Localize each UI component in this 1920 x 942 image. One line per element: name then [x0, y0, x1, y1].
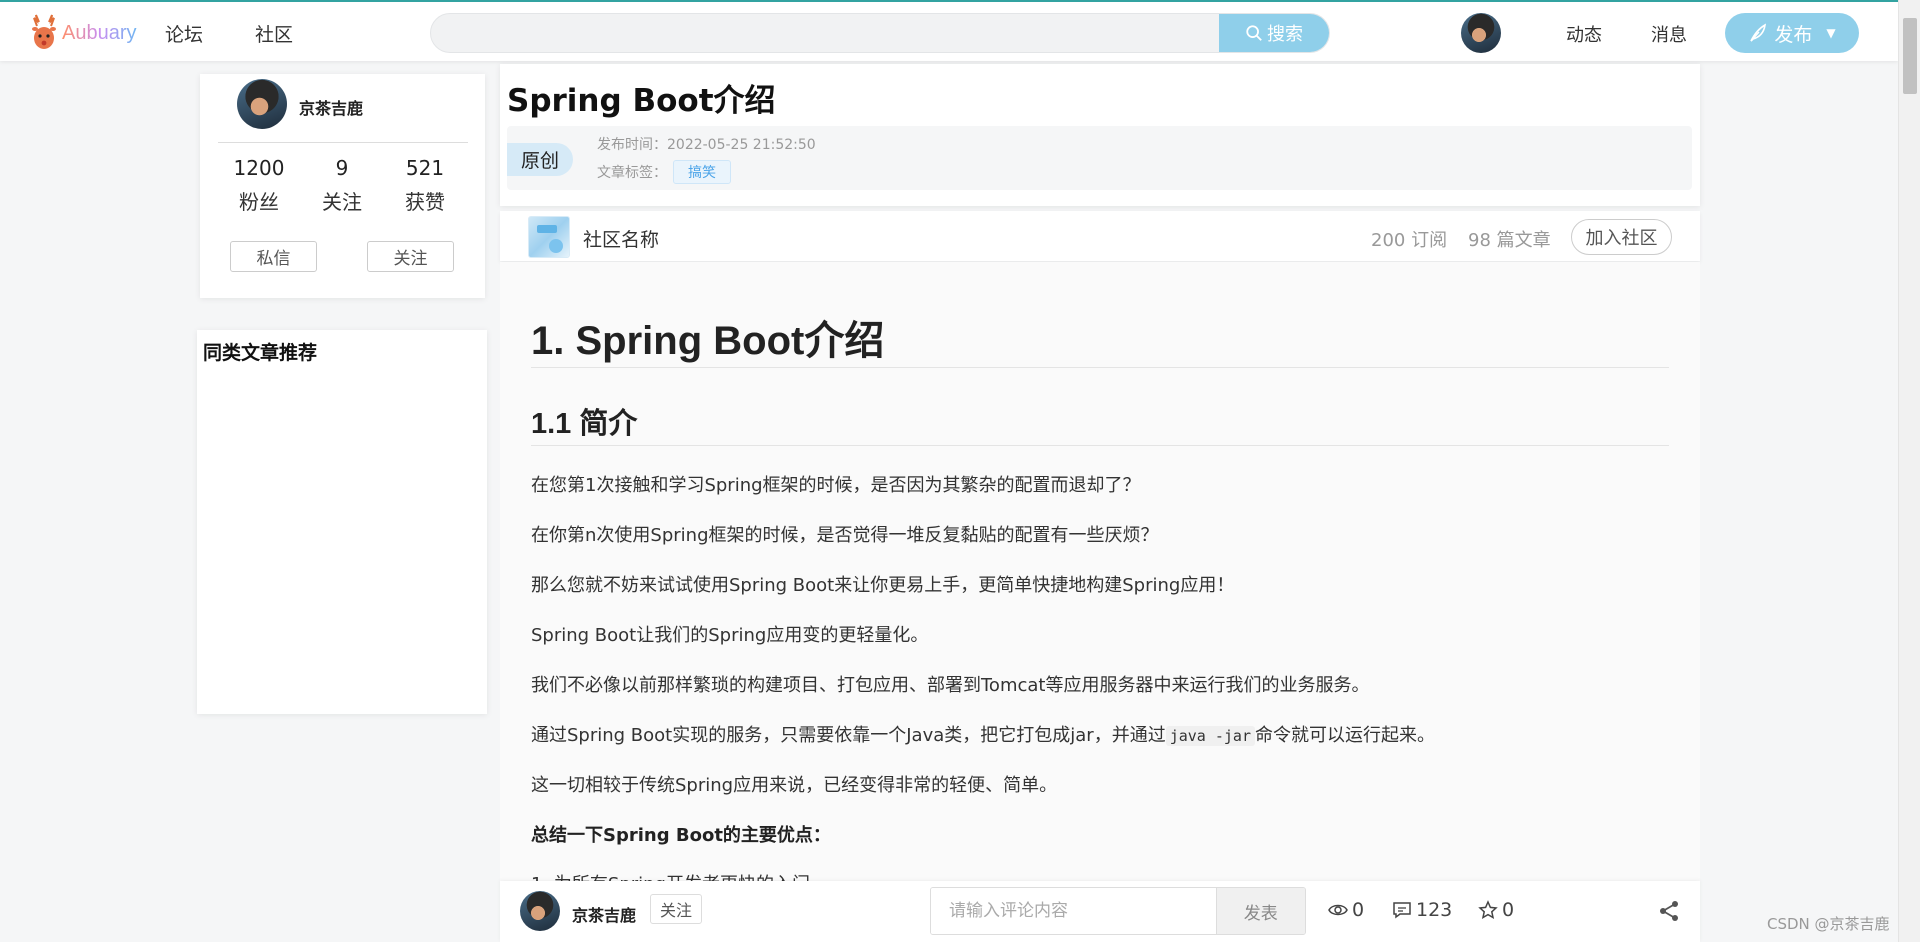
author-avatar[interactable]	[520, 891, 560, 931]
search-bar: 搜索	[430, 13, 1330, 53]
paragraph: 在您第1次接触和学习Spring框架的时候，是否因为其繁杂的配置而退却了？	[531, 475, 1141, 496]
search-input[interactable]	[431, 14, 1221, 52]
inline-code: java -jar	[1165, 726, 1255, 746]
paragraph: Spring Boot让我们的Spring应用变的更轻量化。	[531, 625, 929, 646]
nav-community[interactable]: 社区	[255, 20, 293, 47]
feather-icon	[1750, 23, 1767, 42]
divider	[218, 142, 468, 143]
stat-value: 1200	[233, 156, 285, 180]
paragraph-bold: 总结一下Spring Boot的主要优点：	[531, 825, 831, 846]
paragraph-text: 命令就可以运行起来。	[1254, 725, 1435, 746]
stat-value: 521	[405, 156, 445, 180]
stat-label: 粉丝	[239, 190, 279, 214]
article-content: 1. Spring Boot介绍 1.1 简介 在您第1次接触和学习Spring…	[500, 262, 1700, 882]
join-community-button[interactable]: 加入社区	[1571, 219, 1672, 255]
comment-box: 发表	[930, 887, 1306, 935]
original-badge: 原创	[507, 143, 573, 176]
comment-count[interactable]: 123	[1392, 899, 1452, 921]
author-name[interactable]: 京茶吉鹿	[572, 902, 636, 926]
brand-name: Aubuary	[62, 21, 137, 44]
view-count: 0	[1328, 899, 1364, 921]
bottom-action-bar: 京茶吉鹿 关注 发表 0 123 0	[500, 881, 1700, 942]
user-avatar[interactable]	[1461, 13, 1501, 53]
paragraph: 这一切相较于传统Spring应用来说，已经变得非常的轻便、简单。	[531, 775, 1058, 796]
paragraph: 我们不必像以前那样繁琐的构建项目、打包应用、部署到Tomcat等应用服务器中来运…	[531, 675, 1370, 696]
share-icon[interactable]	[1657, 899, 1681, 923]
divider	[531, 367, 1669, 368]
watermark: CSDN @京茶吉鹿	[1767, 915, 1890, 933]
article-meta: 原创 发布时间：2022-05-25 21:52:50 文章标签： 搞笑	[507, 126, 1692, 190]
stat-value: 9	[335, 156, 349, 180]
recommend-title: 同类文章推荐	[203, 342, 318, 364]
page-scrollbar[interactable]	[1898, 0, 1920, 942]
site-logo[interactable]: Aubuary	[28, 12, 137, 54]
paragraph: 那么您就不妨来试试使用Spring Boot来让你更易上手，更简单快捷地构建Sp…	[531, 575, 1235, 596]
stat-likes: 521 获赞	[385, 156, 465, 215]
scrollbar-thumb[interactable]	[1903, 18, 1917, 94]
comment-submit-button[interactable]: 发表	[1215, 888, 1305, 934]
heading-2: 1.1 简介	[531, 408, 638, 440]
article-title: Spring Boot介绍	[507, 83, 776, 119]
paragraph: 通过Spring Boot实现的服务，只需要依靠一个Java类，把它打包成jar…	[531, 721, 1435, 747]
recommend-panel: 同类文章推荐	[197, 330, 487, 714]
search-icon	[1246, 25, 1262, 41]
private-message-button[interactable]: 私信	[230, 241, 317, 272]
stat-label: 获赞	[405, 190, 445, 214]
top-navbar: Aubuary 论坛 社区 搜索 动态 消息 发布 ▼	[0, 0, 1898, 61]
article-header: Spring Boot介绍 原创 发布时间：2022-05-25 21:52:5…	[500, 64, 1700, 206]
community-subscribers: 200 订阅	[1371, 230, 1448, 251]
community-name[interactable]: 社区名称	[583, 225, 659, 252]
stat-label: 关注	[322, 190, 362, 214]
nav-messages[interactable]: 消息	[1651, 21, 1687, 47]
community-logo-icon[interactable]	[528, 216, 570, 258]
community-article-count: 98 篇文章	[1468, 230, 1551, 251]
view-count-value: 0	[1352, 899, 1365, 921]
heading-1: 1. Spring Boot介绍	[531, 319, 885, 363]
search-button[interactable]: 搜索	[1219, 14, 1329, 52]
star-count[interactable]: 0	[1478, 899, 1514, 921]
author-name[interactable]: 京茶吉鹿	[299, 95, 363, 119]
comment-icon	[1393, 902, 1411, 919]
article-tags: 文章标签： 搞笑	[597, 160, 731, 184]
paragraph: 在你第n次使用Spring框架的时候，是否觉得一堆反复黏贴的配置有一些厌烦？	[531, 525, 1159, 546]
tags-label: 文章标签：	[597, 165, 667, 181]
divider	[531, 445, 1669, 446]
publish-button[interactable]: 发布 ▼	[1725, 13, 1859, 53]
comment-count-value: 123	[1416, 899, 1453, 921]
publish-time-label: 发布时间：	[597, 137, 667, 153]
publish-time: 发布时间：2022-05-25 21:52:50	[597, 134, 816, 154]
author-avatar[interactable]	[237, 79, 287, 129]
tag-chip[interactable]: 搞笑	[673, 160, 731, 184]
stat-following: 9 关注	[302, 156, 382, 215]
author-profile-card: 京茶吉鹿 1200 粉丝 9 关注 521 获赞 私信 关注	[200, 74, 485, 298]
nav-dynamic[interactable]: 动态	[1566, 21, 1602, 47]
paragraph-text: 通过Spring Boot实现的服务，只需要依靠一个Java类，把它打包成jar…	[531, 725, 1166, 746]
nav-forum[interactable]: 论坛	[165, 20, 203, 47]
chevron-down-icon: ▼	[1826, 26, 1836, 40]
search-button-label: 搜索	[1267, 24, 1303, 45]
star-icon	[1478, 900, 1498, 919]
community-bar: 社区名称 200 订阅 98 篇文章 加入社区	[500, 211, 1700, 261]
deer-logo-icon	[32, 14, 56, 49]
eye-icon	[1328, 904, 1348, 916]
comment-input[interactable]	[931, 888, 1216, 934]
follow-button[interactable]: 关注	[650, 894, 702, 924]
publish-time-value: 2022-05-25 21:52:50	[667, 137, 816, 153]
stat-fans: 1200 粉丝	[219, 156, 299, 215]
star-count-value: 0	[1502, 899, 1515, 921]
follow-button[interactable]: 关注	[367, 241, 454, 272]
publish-label: 发布	[1774, 23, 1813, 46]
